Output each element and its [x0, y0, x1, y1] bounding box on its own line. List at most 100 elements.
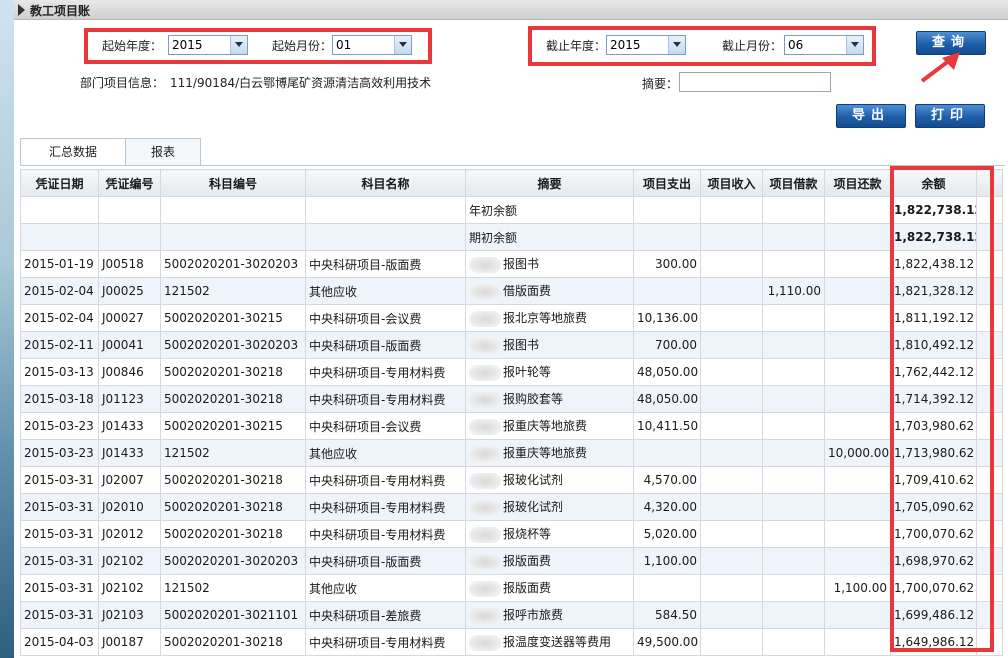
expense-cell: 10,136.00 — [633, 304, 701, 332]
print-button[interactable]: 打印 — [915, 104, 985, 128]
redacted-blur-icon — [469, 337, 501, 354]
col-header-repay[interactable]: 项目还款 — [824, 169, 891, 197]
start-year-label: 起始年度： — [102, 39, 163, 53]
chevron-down-icon[interactable] — [230, 36, 247, 54]
end-month-select[interactable]: 06 — [784, 35, 864, 55]
date-cell-text: 2015-03-13 — [24, 365, 94, 379]
table-row[interactable]: 2015-03-23 J01433 5002020201-30215 中央科研项目-会… — [20, 412, 1003, 440]
table-row[interactable]: 2015-03-23 J01433 121502 其他应收 报重庆等地旅费 10,000.… — [20, 439, 1003, 467]
date-cell: 2015-03-31 — [20, 493, 99, 521]
table-row[interactable]: 期初余额 1,822,738.12 — [20, 223, 1003, 251]
subject-code-cell-text: 5002020201-3020203 — [164, 338, 299, 352]
voucher-cell: J00518 — [98, 250, 161, 278]
date-cell: 2015-02-04 — [20, 277, 99, 305]
subject-name-cell-text: 其他应收 — [309, 284, 358, 299]
summary-cell-text: 报版面费 — [503, 581, 552, 596]
end-year-select[interactable]: 2015 — [606, 35, 686, 55]
income-cell — [700, 331, 763, 359]
summary-input[interactable] — [679, 72, 831, 92]
expense-cell-text: 300.00 — [655, 257, 697, 271]
subject-code-cell-text: 5002020201-30215 — [164, 311, 283, 325]
export-button[interactable]: 导出 — [836, 104, 906, 128]
summary-cell: 报版面费 — [465, 547, 634, 575]
redacted-blur-icon — [469, 283, 501, 300]
end-year-label: 截止年度： — [546, 39, 607, 53]
tab-summary[interactable]: 汇总数据 — [20, 138, 126, 166]
table-row[interactable]: 2015-03-31 J02012 5002020201-30218 中央科研项目-专… — [20, 520, 1003, 548]
table-row[interactable]: 2015-03-13 J00846 5002020201-30218 中央科研项目-专… — [20, 358, 1003, 386]
table-row[interactable]: 2015-03-31 J02007 5002020201-30218 中央科研项目-专… — [20, 466, 1003, 494]
start-month-select[interactable]: 01 — [332, 35, 412, 55]
repay-cell-text: 10,000.00 — [828, 446, 890, 460]
chevron-down-icon[interactable] — [394, 36, 411, 54]
summary-cell-text: 期初余额 — [469, 230, 518, 245]
collapse-triangle-icon[interactable] — [18, 4, 25, 16]
table-row[interactable]: 2015-04-03 J00187 5002020201-30218 中央科研项目-专… — [20, 628, 1003, 656]
table-header-row: 凭证日期 凭证编号 科目编号 科目名称 摘要 项目支出 项目收入 项目借款 项目… — [20, 169, 1003, 197]
table-row[interactable]: 2015-02-11 J00041 5002020201-3020203 中央科研项目… — [20, 331, 1003, 359]
col-header-name[interactable]: 科目名称 — [305, 169, 466, 197]
borrow-cell — [762, 493, 825, 521]
income-cell — [700, 358, 763, 386]
repay-cell — [824, 223, 891, 251]
table-row[interactable]: 2015-03-31 J02103 5002020201-3021101 中央科研项目… — [20, 601, 1003, 629]
borrow-cell — [762, 331, 825, 359]
voucher-cell: J00025 — [98, 277, 161, 305]
subject-code-cell-text: 5002020201-3020203 — [164, 554, 299, 568]
voucher-cell-text: J00518 — [102, 257, 144, 271]
chevron-down-icon[interactable] — [846, 36, 863, 54]
subject-code-cell: 5002020201-30218 — [160, 520, 306, 548]
income-cell — [700, 412, 763, 440]
chevron-down-icon[interactable] — [668, 36, 685, 54]
date-cell-text: 2015-03-31 — [24, 473, 94, 487]
expense-cell: 4,320.00 — [633, 493, 701, 521]
table-row[interactable]: 2015-03-31 J02102 121502 其他应收 报版面费 1,100.00 1,… — [20, 574, 1003, 602]
summary-cell: 报呼市旅费 — [465, 601, 634, 629]
date-cell: 2015-03-13 — [20, 358, 99, 386]
dept-info-label: 部门项目信息： — [80, 76, 165, 90]
col-header-date[interactable]: 凭证日期 — [20, 169, 99, 197]
summary-cell-text: 报重庆等地旅费 — [503, 446, 588, 461]
expense-cell-text: 4,320.00 — [643, 500, 697, 514]
subject-code-cell-text: 5002020201-3020203 — [164, 257, 299, 271]
repay-cell — [824, 277, 891, 305]
expense-cell: 584.50 — [633, 601, 701, 629]
borrow-cell — [762, 466, 825, 494]
summary-cell: 报温度变送器等费用 — [465, 628, 634, 656]
table-row[interactable]: 2015-02-04 J00027 5002020201-30215 中央科研项目-会… — [20, 304, 1003, 332]
summary-cell-text: 报图书 — [503, 338, 540, 353]
col-header-voucher[interactable]: 凭证编号 — [98, 169, 161, 197]
table-row[interactable]: 2015-03-18 J01123 5002020201-30218 中央科研项目-专… — [20, 385, 1003, 413]
expense-cell-text: 700.00 — [655, 338, 697, 352]
date-cell: 2015-03-23 — [20, 439, 99, 467]
date-cell: 2015-03-31 — [20, 547, 99, 575]
summary-cell-text: 报玻化试剂 — [503, 473, 564, 488]
col-header-code[interactable]: 科目编号 — [160, 169, 306, 197]
col-header-summary[interactable]: 摘要 — [465, 169, 634, 197]
income-cell — [700, 385, 763, 413]
expense-cell-text: 49,500.00 — [637, 635, 699, 649]
table-row[interactable]: 2015-02-04 J00025 121502 其他应收 借版面费 1,110.00 1,… — [20, 277, 1003, 305]
col-header-income[interactable]: 项目收入 — [700, 169, 763, 197]
table-row[interactable]: 2015-03-31 J02102 5002020201-3020203 中央科研项目… — [20, 547, 1003, 575]
subject-name-cell-text: 其他应收 — [309, 446, 358, 461]
table-row[interactable]: 2015-03-31 J02010 5002020201-30218 中央科研项目-专… — [20, 493, 1003, 521]
redacted-blur-icon — [469, 256, 501, 273]
redacted-blur-icon — [469, 391, 501, 408]
table-row[interactable]: 2015-01-19 J00518 5002020201-3020203 中央科研项目… — [20, 250, 1003, 278]
expense-cell: 10,411.50 — [633, 412, 701, 440]
subject-name-cell: 中央科研项目-专用材料费 — [305, 520, 466, 548]
income-cell — [700, 520, 763, 548]
col-header-expense[interactable]: 项目支出 — [633, 169, 701, 197]
expense-cell — [633, 439, 701, 467]
subject-name-cell-text: 中央科研项目-专用材料费 — [309, 635, 446, 650]
col-header-borrow[interactable]: 项目借款 — [762, 169, 825, 197]
table-row[interactable]: 年初余额 1,822,738.12 — [20, 196, 1003, 224]
start-year-select[interactable]: 2015 — [168, 35, 248, 55]
tab-report[interactable]: 报表 — [125, 138, 201, 165]
date-cell-text: 2015-02-04 — [24, 284, 94, 298]
subject-name-cell-text: 中央科研项目-会议费 — [309, 311, 422, 326]
subject-name-cell-text: 中央科研项目-专用材料费 — [309, 365, 446, 380]
subject-name-cell: 中央科研项目-专用材料费 — [305, 385, 466, 413]
voucher-cell: J02007 — [98, 466, 161, 494]
